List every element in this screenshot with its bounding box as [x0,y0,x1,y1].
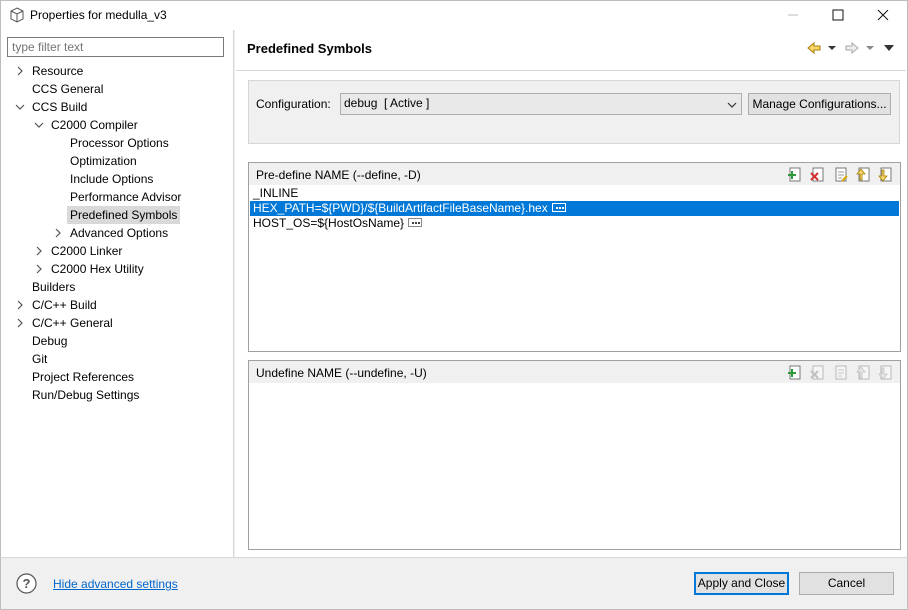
configuration-select[interactable]: debug [ Active ] [340,93,742,115]
tree-item-label: CCS Build [32,100,88,114]
tree-item-label: Git [32,352,48,366]
tree-item-label: CCS General [32,82,104,96]
tree-item-label: C2000 Compiler [51,118,138,132]
chevron-right-icon[interactable] [15,318,25,328]
move-down-icon[interactable] [877,365,893,381]
hide-advanced-settings-link[interactable]: Hide advanced settings [53,577,178,591]
move-up-icon[interactable] [855,365,871,381]
predefine-header: Pre-define NAME (--define, -D) [249,163,900,185]
list-item[interactable]: HOST_OS=${HostOsName} [250,216,899,231]
chevron-down-icon[interactable] [34,120,44,130]
predefine-group: Pre-define NAME (--define, -D) _INLINE HE… [248,162,901,352]
apply-and-close-button[interactable]: Apply and Close [694,572,789,595]
configuration-label: Configuration: [256,97,331,111]
chevron-down-icon[interactable] [15,102,25,112]
ellipsis-icon[interactable] [551,203,566,213]
tree-item-label: Builders [32,280,76,294]
tree-item[interactable]: Include Options [0,170,233,188]
tree-item-label: Include Options [70,172,154,186]
app-icon [10,7,24,23]
tree-item[interactable]: Optimization [0,152,233,170]
chevron-right-icon[interactable] [15,66,25,76]
predefine-title: Pre-define NAME (--define, -D) [256,168,421,182]
tree-item-label: C/C++ Build [32,298,97,312]
chevron-down-icon [727,102,737,108]
symbol-text: HEX_PATH=${PWD}/${BuildArtifactFileBaseN… [253,201,548,215]
tree-item[interactable]: CCS Build [0,98,233,116]
tree-item-label: Debug [32,334,68,348]
tree-item[interactable]: Builders [0,278,233,296]
delete-icon[interactable] [810,365,826,381]
tree-item-label: C2000 Hex Utility [51,262,144,276]
tree-item-label: Resource [32,64,84,78]
undefine-title: Undefine NAME (--undefine, -U) [256,366,427,380]
chevron-right-icon[interactable] [34,246,44,256]
chevron-right-icon[interactable] [53,228,63,238]
tree-item-label: Performance Advisor [70,190,182,204]
view-menu-icon[interactable] [884,45,894,51]
help-icon[interactable]: ? [16,573,37,594]
configuration-value: debug [ Active ] [344,96,430,110]
add-icon[interactable] [787,167,803,183]
forward-menu-chevron-icon[interactable] [866,46,874,50]
chevron-right-icon[interactable] [34,264,44,274]
tree-item[interactable]: Debug [0,332,233,350]
window-title: Properties for medulla_v3 [30,8,167,22]
undefine-group: Undefine NAME (--undefine, -U) [248,360,901,550]
minimize-icon [788,14,798,15]
tree-item[interactable]: Predefined Symbols [0,206,233,224]
chevron-right-icon[interactable] [15,300,25,310]
edit-icon[interactable] [833,365,849,381]
maximize-button[interactable] [815,0,861,29]
add-icon[interactable] [787,365,803,381]
svg-text:?: ? [23,576,31,591]
maximize-icon [832,9,844,20]
tree-item[interactable]: CCS General [0,80,233,98]
tree-item[interactable]: Resource [0,62,233,80]
undefine-header: Undefine NAME (--undefine, -U) [249,361,900,383]
tree-item[interactable]: C/C++ Build [0,296,233,314]
move-down-icon[interactable] [877,167,893,183]
cancel-button[interactable]: Cancel [799,572,894,595]
back-arrow-icon[interactable] [806,40,822,56]
symbol-text: HOST_OS=${HostOsName} [253,216,405,230]
page-title: Predefined Symbols [247,41,372,56]
tree-item[interactable]: Project References [0,368,233,386]
tree-item-label: C/C++ General [32,316,113,330]
tree-item[interactable]: Run/Debug Settings [0,386,233,404]
manage-configurations-button[interactable]: Manage Configurations... [748,93,891,115]
filter-input[interactable] [7,37,224,57]
list-item[interactable]: _INLINE [250,186,899,201]
edit-icon[interactable] [833,167,849,183]
move-up-icon[interactable] [855,167,871,183]
ellipsis-icon[interactable] [408,218,423,228]
minimize-button[interactable] [770,0,816,29]
tree-item[interactable]: Processor Options [0,134,233,152]
tree-item-label: Processor Options [70,136,169,150]
tree-item[interactable]: C2000 Compiler [0,116,233,134]
tree-item[interactable]: C/C++ General [0,314,233,332]
title-separator [236,70,906,71]
tree-item-label: Run/Debug Settings [32,388,140,402]
tree-item-label: Optimization [70,154,137,168]
forward-arrow-icon[interactable] [844,40,860,56]
tree-item[interactable]: C2000 Linker [0,242,233,260]
close-button[interactable] [860,0,906,29]
tree-item-label: Advanced Options [70,226,169,240]
list-item[interactable]: HEX_PATH=${PWD}/${BuildArtifactFileBaseN… [250,201,899,216]
close-icon [877,9,889,20]
tree-item[interactable]: Advanced Options [0,224,233,242]
tree-item[interactable]: C2000 Hex Utility [0,260,233,278]
tree-item-label: Project References [32,370,135,384]
symbol-text: _INLINE [253,186,299,200]
tree-item-label: Predefined Symbols [67,206,181,224]
tree-item[interactable]: Performance Advisor [0,188,233,206]
delete-icon[interactable] [810,167,826,183]
tree-item-label: C2000 Linker [51,244,123,258]
back-menu-chevron-icon[interactable] [828,46,836,50]
tree-item[interactable]: Git [0,350,233,368]
